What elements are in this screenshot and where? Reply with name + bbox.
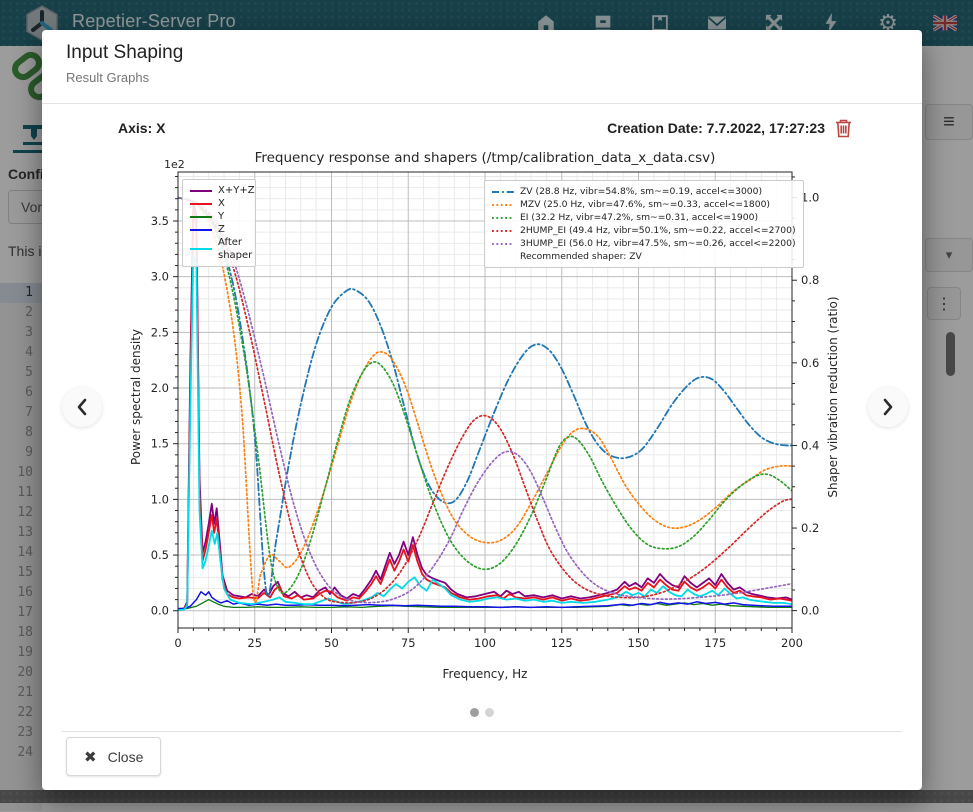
right-y-axis-label: Shaper vibration reduction (ratio)	[826, 282, 840, 512]
svg-text:175: 175	[704, 636, 726, 650]
dialog-title: Input Shaping	[66, 42, 183, 64]
axis-label: Axis: X	[118, 120, 165, 136]
svg-text:125: 125	[551, 636, 573, 650]
svg-text:3.0: 3.0	[151, 270, 169, 284]
svg-text:3.5: 3.5	[151, 214, 169, 228]
delete-trash-icon[interactable]	[835, 118, 852, 138]
axis-offset-text: 1e2	[164, 158, 185, 171]
svg-text:1.0: 1.0	[801, 191, 819, 205]
svg-text:200: 200	[781, 636, 803, 650]
svg-text:0.0: 0.0	[801, 604, 819, 618]
legend-label: EI (32.2 Hz, vibr=47.2%, sm~=0.31, accel…	[520, 211, 758, 224]
svg-text:1.0: 1.0	[151, 492, 169, 506]
legend-label: 2HUMP_EI (49.4 Hz, vibr=50.1%, sm~=0.22,…	[520, 224, 796, 237]
dialog-header: Input Shaping Result Graphs	[42, 30, 922, 104]
legend-swatch-recommended	[491, 252, 515, 262]
input-shaping-dialog: Input Shaping Result Graphs Axis: X Crea…	[42, 30, 922, 790]
chevron-left-icon	[75, 398, 89, 416]
footer-divider	[62, 731, 902, 732]
close-button[interactable]: ✖ Close	[66, 737, 161, 776]
legend-swatch-ei	[491, 213, 515, 223]
legend-entry-x-y-z: X+Y+Z	[189, 184, 248, 197]
legend-swatch-3hump-ei	[491, 239, 515, 249]
carousel-dot-1[interactable]	[470, 708, 479, 717]
dialog-subtitle: Result Graphs	[66, 70, 149, 85]
legend-entry-mzv: MZV (25.0 Hz, vibr=47.6%, sm~=0.33, acce…	[491, 198, 796, 211]
svg-text:0.2: 0.2	[801, 521, 819, 535]
legend-swatch-2hump-ei	[491, 226, 515, 236]
carousel-next-button[interactable]	[868, 387, 908, 427]
svg-text:100: 100	[474, 636, 496, 650]
svg-text:50: 50	[324, 636, 339, 650]
screen: Repetier-Server Pro ⚙	[0, 0, 973, 812]
legend-swatch-y	[189, 212, 213, 222]
svg-text:2.5: 2.5	[151, 325, 169, 339]
legend-label: Y	[218, 210, 224, 223]
svg-text:0: 0	[174, 636, 181, 650]
graph-meta-row: Axis: X Creation Date: 7.7.2022, 17:27:2…	[118, 118, 852, 138]
legend-label: Recommended shaper: ZV	[520, 250, 642, 263]
legend-label: ZV (28.8 Hz, vibr=54.8%, sm~=0.19, accel…	[520, 185, 762, 198]
legend-entry-z: Z	[189, 223, 248, 236]
legend-swatch-after-shaper	[189, 244, 213, 254]
legend-entry-y: Y	[189, 210, 248, 223]
left-y-axis-label: Power spectral density	[129, 317, 143, 477]
legend-entry-recommended: Recommended shaper: ZV	[491, 250, 796, 263]
svg-text:0.6: 0.6	[801, 356, 819, 370]
legend-label: X	[218, 197, 225, 210]
chevron-right-icon	[881, 398, 895, 416]
legend-label: Z	[218, 223, 225, 236]
legend-label: MZV (25.0 Hz, vibr=47.6%, sm~=0.33, acce…	[520, 198, 770, 211]
legend-label: After shaper	[218, 236, 252, 262]
carousel-prev-button[interactable]	[62, 387, 102, 427]
creation-date-label: Creation Date: 7.7.2022, 17:27:23	[607, 120, 825, 136]
legend-entry-after-shaper: After shaper	[189, 236, 248, 262]
x-axis-label: Frequency, Hz	[118, 667, 852, 681]
svg-text:0.8: 0.8	[801, 273, 819, 287]
carousel-dots	[42, 708, 922, 717]
legend-label: X+Y+Z	[218, 184, 255, 197]
svg-text:25: 25	[247, 636, 262, 650]
svg-text:150: 150	[628, 636, 650, 650]
frequency-response-chart: 0 25 50 75 100 125 150 175 200 0.0 0.5 1.0 1.5 2.0 2.5…	[118, 140, 852, 697]
carousel-dot-2[interactable]	[485, 708, 494, 717]
legend-entry-zv: ZV (28.8 Hz, vibr=54.8%, sm~=0.19, accel…	[491, 185, 796, 198]
shaper-legend: ZV (28.8 Hz, vibr=54.8%, sm~=0.19, accel…	[484, 180, 804, 268]
legend-swatch-x	[189, 199, 213, 209]
legend-swatch-zv	[491, 187, 515, 197]
legend-swatch-mzv	[491, 200, 515, 210]
close-icon: ✖	[84, 748, 97, 766]
legend-entry-2hump-ei: 2HUMP_EI (49.4 Hz, vibr=50.1%, sm~=0.22,…	[491, 224, 796, 237]
svg-text:75: 75	[401, 636, 416, 650]
svg-text:2.0: 2.0	[151, 381, 169, 395]
svg-text:1.5: 1.5	[151, 437, 169, 451]
svg-text:0.5: 0.5	[151, 548, 169, 562]
legend-swatch-z	[189, 225, 213, 235]
legend-entry-ei: EI (32.2 Hz, vibr=47.2%, sm~=0.31, accel…	[491, 211, 796, 224]
psd-legend: X+Y+ZXYZAfter shaper	[182, 179, 256, 267]
legend-entry-x: X	[189, 197, 248, 210]
legend-label: 3HUMP_EI (56.0 Hz, vibr=47.5%, sm~=0.26,…	[520, 237, 796, 250]
chart-title: Frequency response and shapers (/tmp/cal…	[118, 150, 852, 166]
legend-swatch-x-y-z	[189, 186, 213, 196]
svg-text:0.0: 0.0	[151, 604, 169, 618]
legend-entry-3hump-ei: 3HUMP_EI (56.0 Hz, vibr=47.5%, sm~=0.26,…	[491, 237, 796, 250]
svg-text:0.4: 0.4	[801, 438, 819, 452]
